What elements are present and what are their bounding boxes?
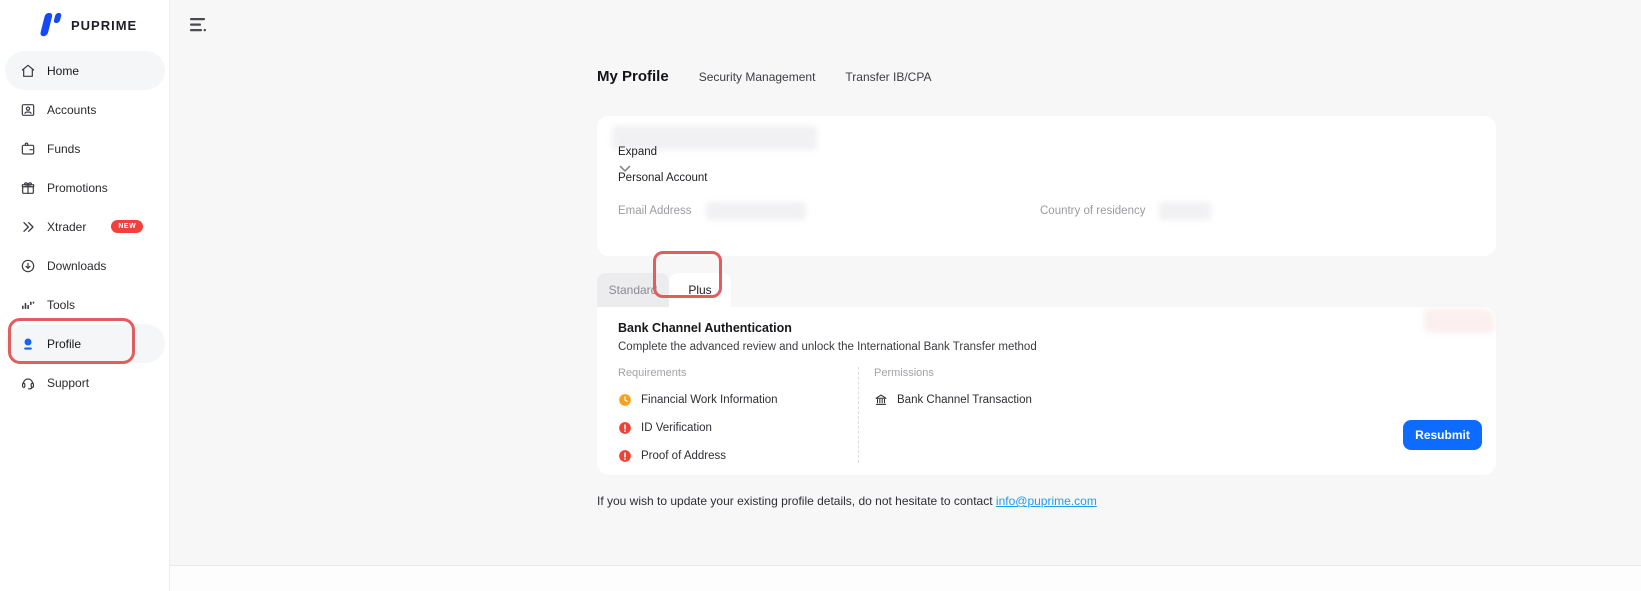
sidebar-item-promotions[interactable]: Promotions [5,168,165,207]
sidebar-item-label: Tools [47,298,75,312]
sidebar-item-label: Profile [47,337,81,351]
sidebar-item-label: Accounts [47,103,96,117]
country-label: Country of residency [1040,205,1145,217]
sidebar-nav: Home Accounts Funds Promotions [0,51,170,402]
requirements-label: Requirements [618,367,858,379]
resubmit-button[interactable]: Resubmit [1403,420,1482,450]
bars-icon [20,297,36,313]
puprime-logo-icon [34,10,64,40]
gift-icon [20,180,36,196]
page: PUPRIME Home Accounts Funds [0,0,1641,591]
profile-card: Expand Personal Account Email Address Co… [597,116,1496,256]
requirement-id-verification[interactable]: ID Verification [618,421,858,435]
redacted-email-value [706,202,806,220]
brand-name: PUPRIME [71,18,137,33]
requirements-column: Requirements Financial Work Information … [618,367,858,465]
permissions-label: Permissions [874,367,1174,379]
account-type-label: Personal Account [618,172,708,184]
sidebar-item-label: Promotions [47,181,108,195]
sidebar-item-downloads[interactable]: Downloads [5,246,165,285]
requirement-financial-work-information[interactable]: Financial Work Information [618,393,858,407]
permissions-column: Permissions Bank Channel Transaction [874,367,1174,407]
id-card-icon [20,102,36,118]
redacted-country-value [1159,202,1211,220]
bank-channel-card: Bank Channel Authentication Complete the… [597,307,1496,475]
contact-text: If you wish to update your existing prof… [597,494,993,508]
wallet-icon [20,141,36,157]
footer-divider [170,565,1641,591]
card-subtitle: Complete the advanced review and unlock … [618,341,1037,353]
permission-bank-channel-transaction: Bank Channel Transaction [874,393,1174,407]
sidebar-item-label: Xtrader [47,220,86,234]
permission-label: Bank Channel Transaction [897,394,1032,406]
download-circle-icon [20,258,36,274]
clock-warning-icon [618,393,632,407]
sidebar: PUPRIME Home Accounts Funds [0,0,170,591]
email-label: Email Address [618,205,692,217]
expand-toggle[interactable]: Expand [618,146,657,158]
brand-logo[interactable]: PUPRIME [34,10,137,40]
verification-tabs: Standard Plus [597,273,731,307]
sidebar-item-funds[interactable]: Funds [5,129,165,168]
country-field: Country of residency [1040,202,1211,220]
sidebar-item-support[interactable]: Support [5,363,165,402]
sidebar-item-label: Home [47,64,79,78]
contact-note: If you wish to update your existing prof… [597,494,1097,508]
requirement-label: Financial Work Information [641,394,778,406]
new-badge: NEW [111,220,143,233]
sidebar-item-tools[interactable]: Tools [5,285,165,324]
column-divider [858,367,859,463]
error-exclamation-icon [618,449,632,463]
bank-icon [874,393,888,407]
requirement-label: Proof of Address [641,450,726,462]
sidebar-item-home[interactable]: Home [5,51,165,90]
double-chevron-icon [20,219,36,235]
profile-header-tabs: My Profile Security Management Transfer … [597,68,931,85]
sidebar-collapse-button[interactable] [189,16,209,34]
tab-security-management[interactable]: Security Management [699,70,816,84]
contact-email-link[interactable]: info@puprime.com [996,494,1097,508]
home-icon [20,63,36,79]
sidebar-item-xtrader[interactable]: Xtrader NEW [5,207,165,246]
requirement-proof-of-address[interactable]: Proof of Address [618,449,858,463]
sidebar-item-label: Funds [47,142,80,156]
sidebar-item-label: Support [47,376,89,390]
sidebar-item-profile[interactable]: Profile [5,324,165,363]
requirement-label: ID Verification [641,422,712,434]
sidebar-item-accounts[interactable]: Accounts [5,90,165,129]
tab-plus[interactable]: Plus [669,273,731,307]
error-exclamation-icon [618,421,632,435]
sidebar-item-label: Downloads [47,259,106,273]
tab-transfer-ib-cpa[interactable]: Transfer IB/CPA [845,70,931,84]
tab-standard[interactable]: Standard [597,273,669,307]
card-title: Bank Channel Authentication [618,321,792,335]
headset-icon [20,375,36,391]
person-icon [20,336,36,352]
tab-my-profile[interactable]: My Profile [597,68,669,85]
redacted-status-badge [1424,309,1494,333]
email-field: Email Address [618,202,806,220]
